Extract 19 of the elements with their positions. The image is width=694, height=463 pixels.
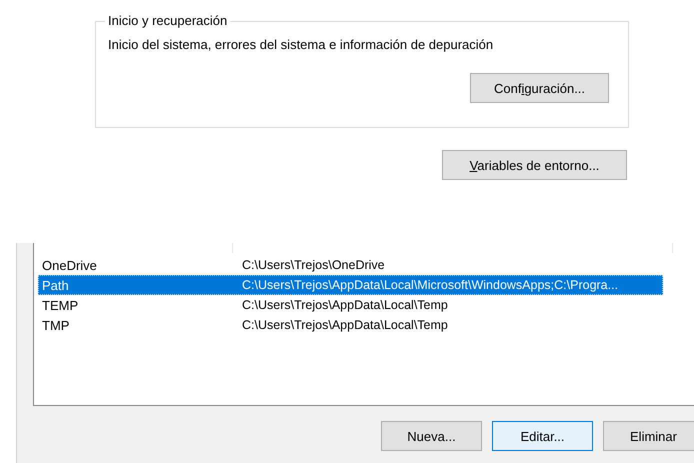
dialog-button[interactable]: Editar... (492, 421, 593, 451)
environment-variables-button[interactable]: Variables de entorno... (442, 150, 627, 180)
variable-row[interactable]: OneDrive C:\Users\Trejos\OneDrive (38, 255, 663, 275)
description-text: Inicio del sistema, errores del sistema e información de depuración (108, 37, 494, 52)
variable-name: OneDrive (41, 258, 98, 272)
variable-row[interactable]: TEMP C:\Users\Trejos\AppData\Local\Temp (38, 295, 663, 315)
variable-row[interactable]: Path C:\Users\Trejos\AppData\Local\Microsoft\WindowsApps;C:\Progra... (38, 275, 663, 295)
variable-value: C:\Users\Trejos\OneDrive (242, 258, 385, 272)
variable-row[interactable]: TMP C:\Users\Trejos\AppData\Local\Temp (38, 315, 663, 335)
variable-value: C:\Users\Trejos\AppData\Local\Temp (242, 298, 448, 312)
dialog-button[interactable]: Eliminar (603, 421, 694, 451)
dialog-button[interactable]: Nueva... (381, 421, 482, 451)
settings-button[interactable]: Configuración... (470, 73, 609, 103)
variable-name: Path (41, 278, 70, 292)
variable-name: TMP (41, 318, 70, 332)
group-title: Inicio y recuperación (105, 13, 230, 28)
variable-value: C:\Users\Trejos\AppData\Local\Microsoft\WindowsApps;C:\Progra... (242, 278, 618, 292)
variable-name: TEMP (41, 298, 80, 312)
variable-value: C:\Users\Trejos\AppData\Local\Temp (242, 318, 448, 332)
